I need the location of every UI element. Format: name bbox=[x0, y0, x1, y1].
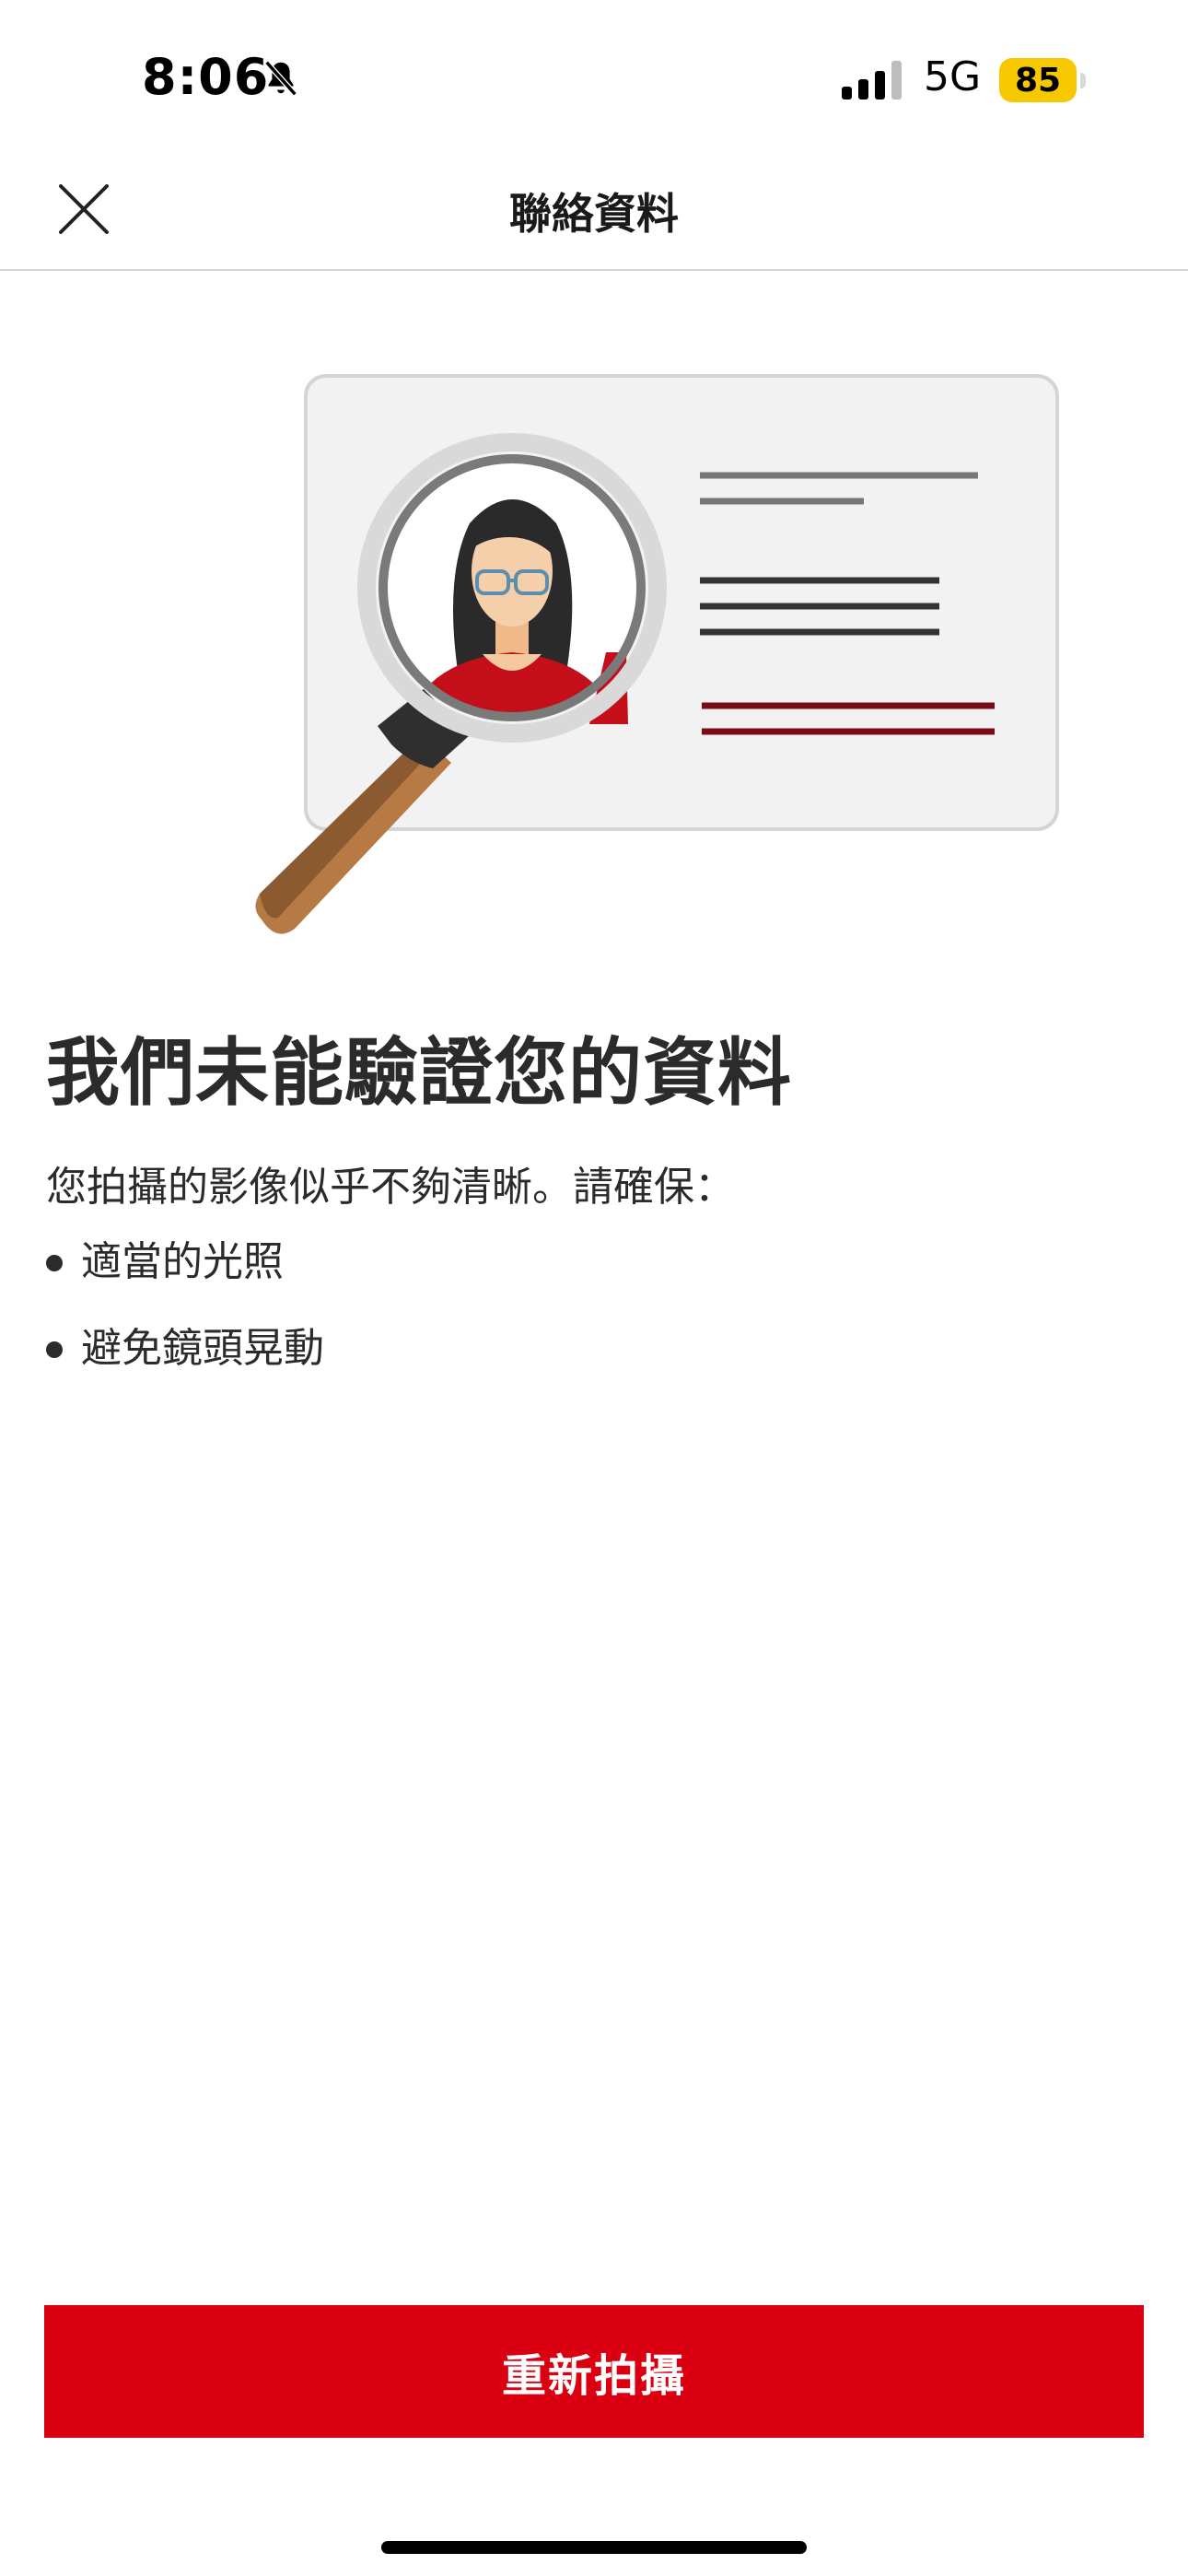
home-indicator[interactable] bbox=[381, 2541, 807, 2554]
retake-photo-button[interactable]: 重新拍攝 bbox=[44, 2305, 1144, 2438]
error-headline: 我們未能驗證您的資料 bbox=[46, 1030, 792, 1116]
battery-indicator: 85 bbox=[999, 58, 1077, 102]
bullet-icon bbox=[46, 1341, 63, 1358]
list-item: 適當的光照 bbox=[46, 1235, 324, 1290]
battery-tip bbox=[1080, 73, 1086, 88]
page-title: 聯絡資料 bbox=[509, 189, 679, 239]
silent-mode-bell-icon bbox=[264, 60, 297, 97]
bullet-icon bbox=[46, 1255, 63, 1271]
cellular-signal-icon bbox=[842, 61, 902, 100]
error-description: 您拍攝的影像似乎不夠清晰。請確保： bbox=[46, 1164, 735, 1211]
list-item: 避免鏡頭晃動 bbox=[46, 1321, 324, 1376]
id-verification-illustration bbox=[255, 374, 1059, 934]
tip-text: 適當的光照 bbox=[81, 1238, 284, 1285]
tip-text: 避免鏡頭晃動 bbox=[81, 1325, 324, 1372]
battery-level: 85 bbox=[1014, 61, 1062, 100]
network-type: 5G bbox=[924, 53, 982, 100]
status-bar: 8:06 5G 85 bbox=[0, 0, 1188, 157]
nav-bar: 聯絡資料 bbox=[0, 157, 1188, 271]
tips-list: 適當的光照 避免鏡頭晃動 bbox=[46, 1235, 324, 1408]
status-time: 8:06 bbox=[142, 48, 270, 106]
